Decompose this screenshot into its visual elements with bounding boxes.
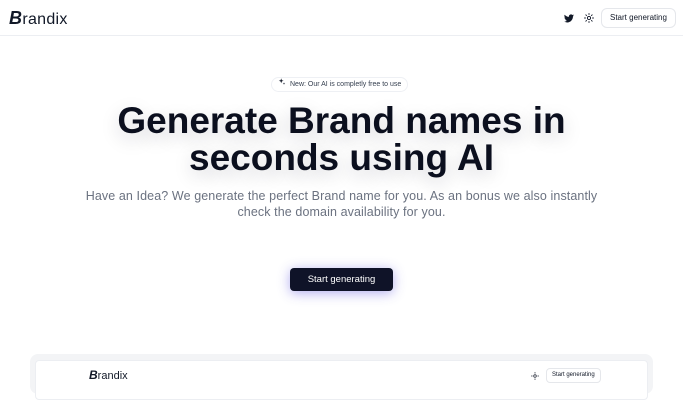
preview-logo-text: randix	[97, 370, 128, 382]
site-header: Brandix Start generating	[0, 0, 683, 36]
sparkle-icon	[278, 78, 286, 91]
announcement-pill[interactable]: New: Our AI is completly free to use	[271, 77, 409, 92]
preview-window: Brandix Start generating	[35, 360, 648, 400]
pill-text: New: Our AI is completly free to use	[290, 81, 402, 88]
preview-logo-initial: B	[89, 368, 98, 382]
app-preview: Brandix Start generating	[30, 354, 653, 400]
preview-sun-icon	[530, 371, 540, 381]
twitter-icon[interactable]	[562, 11, 576, 25]
start-generating-button[interactable]: Start generating	[290, 268, 393, 291]
preview-start-button: Start generating	[546, 368, 601, 383]
headline-line-2: seconds using AI	[189, 137, 494, 178]
hero-subtext: Have an Idea? We generate the perfect Br…	[85, 189, 598, 219]
hero-headline: Generate Brand names in seconds using AI	[0, 102, 683, 176]
preview-logo: Brandix	[89, 368, 128, 382]
sun-icon[interactable]	[582, 11, 596, 25]
header-start-button[interactable]: Start generating	[601, 8, 676, 28]
headline-line-1: Generate Brand names in	[117, 100, 566, 141]
logo-text: randix	[22, 11, 68, 28]
logo-initial: B	[9, 8, 23, 28]
brand-logo[interactable]: Brandix	[9, 8, 68, 29]
